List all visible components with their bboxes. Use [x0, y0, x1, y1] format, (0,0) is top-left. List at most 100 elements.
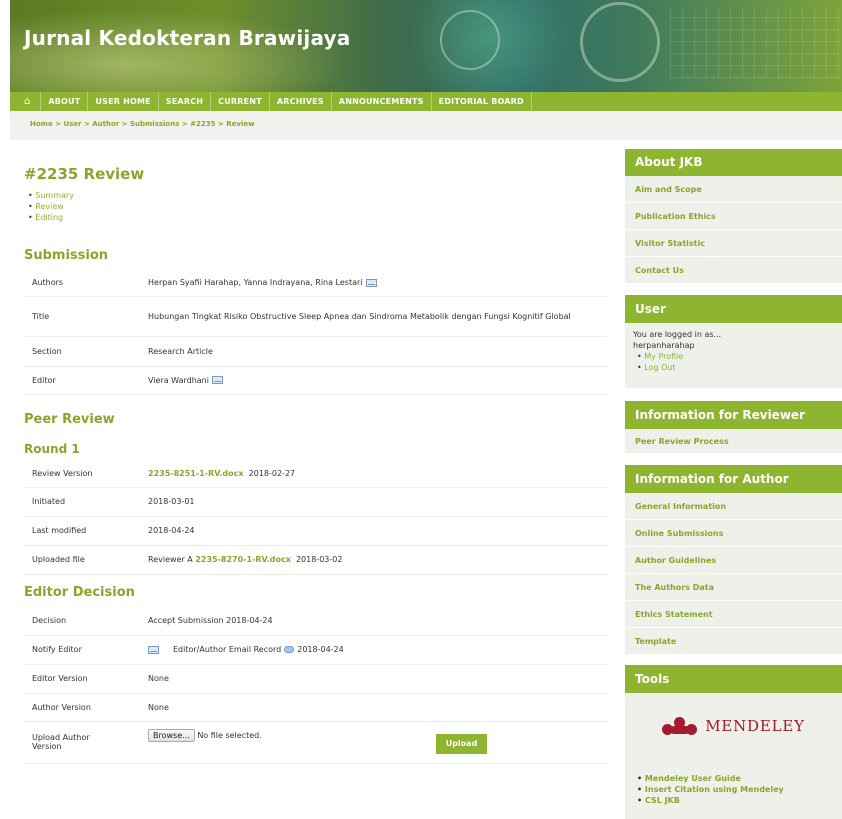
logged-in-text: You are logged in as...: [633, 330, 722, 339]
sidebar-item-template[interactable]: Template: [625, 628, 842, 655]
tools-block: MENDELEY Mendeley User Guide Insert Cita…: [625, 693, 842, 819]
header-banner: Jurnal Kedokteran Brawijaya: [10, 0, 842, 92]
mendeley-mark-icon: [662, 717, 698, 735]
sidebar-item-publication-ethics[interactable]: Publication Ethics: [625, 203, 842, 230]
decision-value: Accept Submission 2018-04-24: [140, 607, 609, 636]
page-title: #2235 Review: [24, 165, 145, 183]
user-block-header: User: [625, 295, 842, 323]
mendeley-user-guide-link[interactable]: Mendeley User Guide: [637, 773, 834, 784]
review-version-label: Review Version: [24, 461, 140, 488]
uploaded-file-label: Uploaded file: [24, 545, 140, 575]
home-icon[interactable]: ⌂: [20, 92, 42, 111]
notify-date: 2018-04-24: [297, 645, 344, 654]
breadcrumb: Home > User > Author > Submissions > #22…: [10, 111, 842, 140]
envelope-icon[interactable]: [211, 376, 223, 384]
sidebar-item-online-submissions[interactable]: Online Submissions: [625, 520, 842, 547]
csl-jkb-link[interactable]: CSL JKB: [637, 795, 834, 806]
banner-decoration: [580, 2, 660, 82]
upload-author-version-label: Upload Author Version: [24, 721, 140, 764]
editor-version-label: Editor Version: [24, 664, 140, 694]
editor-text: Viera Wardhani: [148, 375, 209, 385]
section-label: Section: [24, 336, 140, 367]
last-modified-value: 2018-04-24: [140, 516, 609, 546]
last-modified-label: Last modified: [24, 516, 140, 546]
sidebar-item-author-guidelines[interactable]: Author Guidelines: [625, 547, 842, 574]
upload-author-version-value: Browse... No file selected. Upload: [140, 721, 609, 764]
editor-decision-table: Decision Accept Submission 2018-04-24 No…: [24, 607, 609, 764]
link-review[interactable]: Review: [28, 201, 74, 212]
browse-button[interactable]: Browse...: [148, 728, 195, 742]
title-label: Title: [24, 296, 140, 337]
table-row: Author Version None: [24, 693, 609, 722]
sidebar-item-contact-us[interactable]: Contact Us: [625, 257, 842, 284]
envelope-icon[interactable]: [365, 278, 377, 287]
authors-label: Authors: [24, 270, 140, 297]
editor-decision-heading: Editor Decision: [24, 585, 135, 600]
table-row: Review Version 2235-8251-1-RV.docx 2018-…: [24, 461, 609, 488]
table-row: Decision Accept Submission 2018-04-24: [24, 607, 609, 636]
mendeley-wordmark: MENDELEY: [705, 717, 805, 735]
sidebar-item-general-information[interactable]: General Information: [625, 493, 842, 520]
link-editing[interactable]: Editing: [28, 212, 74, 223]
editor-version-value: None: [140, 664, 609, 694]
table-row: Initiated 2018-03-01: [24, 487, 609, 517]
editor-label: Editor: [24, 366, 140, 395]
table-row: Section Research Article: [24, 336, 609, 367]
log-out-link[interactable]: Log Out: [637, 362, 834, 373]
sidebar-item-aim-scope[interactable]: Aim and Scope: [625, 176, 842, 203]
peer-review-table: Review Version 2235-8251-1-RV.docx 2018-…: [24, 461, 609, 575]
file-status: No file selected.: [197, 730, 262, 740]
breadcrumb-trail[interactable]: Home > User > Author > Submissions > #22…: [30, 120, 255, 128]
insert-citation-link[interactable]: Insert Citation using Mendeley: [637, 784, 834, 795]
notify-editor-value: Editor/Author Email Record 2018-04-24: [140, 635, 609, 665]
review-version-date: 2018-02-27: [248, 469, 296, 479]
nav-item-search[interactable]: SEARCH: [159, 92, 212, 111]
round-heading: Round 1: [24, 442, 80, 456]
nav-item-about[interactable]: ABOUT: [41, 92, 89, 111]
upload-button[interactable]: Upload: [436, 733, 487, 754]
mendeley-logo[interactable]: MENDELEY: [633, 717, 834, 735]
section-links: Summary Review Editing: [28, 190, 74, 223]
envelope-icon[interactable]: [148, 645, 159, 654]
my-profile-link[interactable]: My Profile: [637, 351, 834, 362]
user-block: You are logged in as... herpanharahap My…: [625, 323, 842, 388]
submission-table: Authors Herpan Syafii Harahap, Yanna Ind…: [24, 270, 609, 395]
tools-links: Mendeley User Guide Insert Citation usin…: [633, 773, 834, 806]
submission-heading: Submission: [24, 248, 109, 263]
table-row: Uploaded file Reviewer A 2235-8270-1-RV.…: [24, 545, 609, 575]
initiated-value: 2018-03-01: [140, 487, 609, 517]
table-row: Editor Viera Wardhani: [24, 366, 609, 395]
reviewer-info-header: Information for Reviewer: [625, 401, 842, 429]
comment-icon[interactable]: [284, 646, 295, 653]
author-version-label: Author Version: [24, 693, 140, 722]
site-title[interactable]: Jurnal Kedokteran Brawijaya: [24, 26, 350, 50]
table-row: Upload Author Version Browse... No file …: [24, 721, 609, 764]
sidebar-item-authors-data[interactable]: The Authors Data: [625, 574, 842, 601]
table-row: Title Hubungan Tingkat Risiko Obstructiv…: [24, 296, 609, 337]
review-version-file-link[interactable]: 2235-8251-1-RV.docx: [148, 469, 244, 478]
uploaded-file-link[interactable]: 2235-8270-1-RV.docx: [195, 555, 291, 564]
editor-value: Viera Wardhani: [140, 366, 609, 395]
nav-item-editorial-board[interactable]: EDITORIAL BOARD: [432, 92, 532, 111]
table-row: Editor Version None: [24, 664, 609, 694]
table-row: Last modified 2018-04-24: [24, 516, 609, 546]
link-summary[interactable]: Summary: [28, 190, 74, 201]
uploaded-file-date: 2018-03-02: [295, 555, 343, 564]
tools-header: Tools: [625, 665, 842, 693]
uploaded-file-value: Reviewer A 2235-8270-1-RV.docx 2018-03-0…: [140, 545, 609, 575]
nav-item-current[interactable]: CURRENT: [211, 92, 270, 111]
table-row: Notify Editor Editor/Author Email Record…: [24, 635, 609, 665]
notify-editor-label: Notify Editor: [24, 635, 140, 665]
authors-text: Herpan Syafii Harahap, Yanna Indrayana, …: [148, 278, 363, 288]
nav-item-user-home[interactable]: USER HOME: [88, 92, 159, 111]
author-info-header: Information for Author: [625, 465, 842, 493]
table-row: Authors Herpan Syafii Harahap, Yanna Ind…: [24, 270, 609, 297]
sidebar-item-visitor-statistic[interactable]: Visitor Statistic: [625, 230, 842, 257]
sidebar-item-ethics-statement[interactable]: Ethics Statement: [625, 601, 842, 628]
authors-value: Herpan Syafii Harahap, Yanna Indrayana, …: [140, 270, 609, 297]
initiated-label: Initiated: [24, 487, 140, 517]
banner-decoration: [440, 10, 500, 70]
sidebar-item-peer-review-process[interactable]: Peer Review Process: [625, 429, 842, 454]
nav-item-archives[interactable]: ARCHIVES: [270, 92, 332, 111]
nav-item-announcements[interactable]: ANNOUNCEMENTS: [332, 92, 432, 111]
